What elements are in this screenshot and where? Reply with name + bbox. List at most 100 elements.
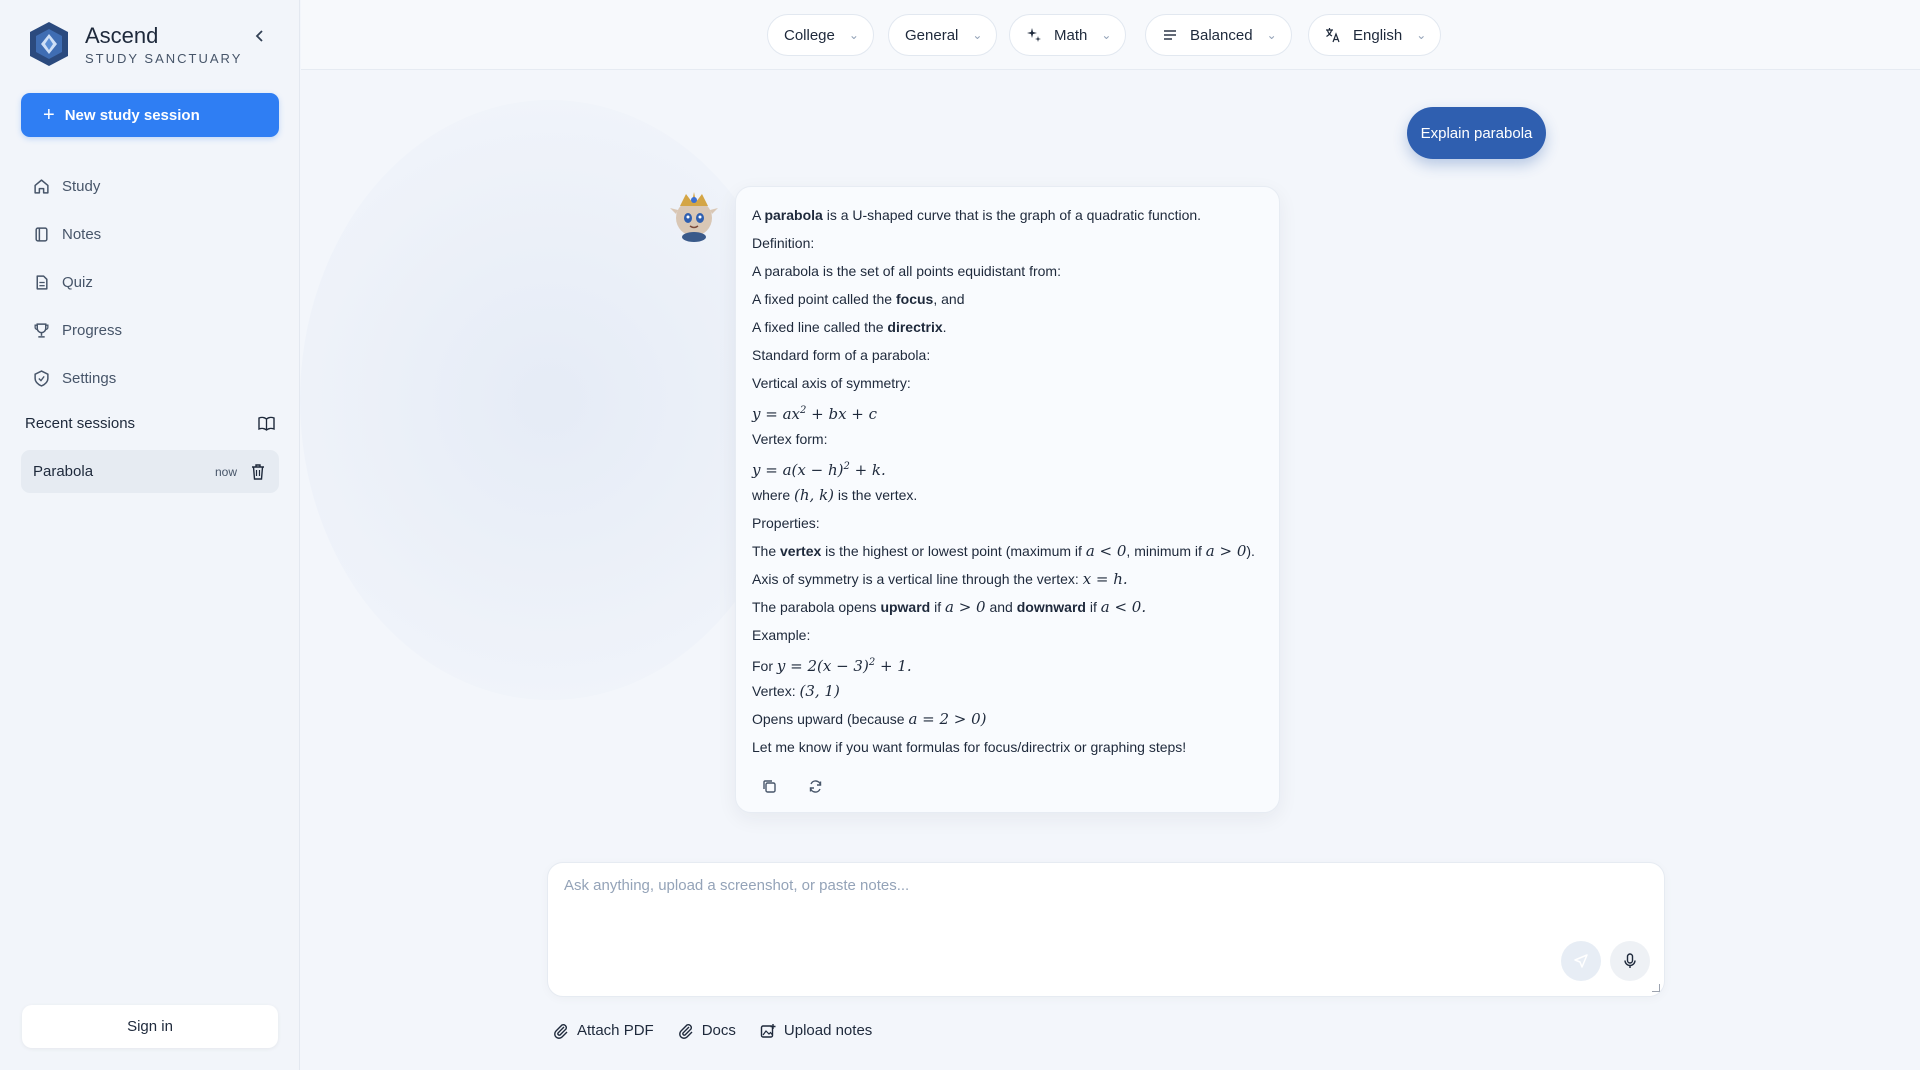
trophy-icon bbox=[34, 322, 49, 338]
translate-icon bbox=[1326, 28, 1340, 43]
sidebar-nav: Study Notes Quiz Progress Settings bbox=[21, 162, 279, 402]
trash-icon[interactable] bbox=[251, 463, 265, 480]
chevron-down-icon: ⌄ bbox=[848, 28, 859, 42]
logo-icon bbox=[30, 22, 68, 66]
answer-line: Properties: bbox=[752, 515, 820, 531]
answer-line: The parabola opens upward if a > 0 and d… bbox=[752, 598, 1147, 616]
recent-session-item[interactable]: Parabola now bbox=[21, 450, 279, 493]
answer-actions bbox=[758, 775, 826, 797]
sidebar-item-notes[interactable]: Notes bbox=[21, 210, 279, 258]
docs-label: Docs bbox=[701, 1022, 736, 1039]
style-value: Balanced bbox=[1190, 26, 1253, 44]
recent-sessions-title: Recent sessions bbox=[25, 415, 136, 432]
answer-line: Let me know if you want formulas for foc… bbox=[752, 739, 1187, 755]
answer-line: Opens upward (because a = 2 > 0) bbox=[752, 710, 987, 728]
chevron-down-icon: ⌄ bbox=[972, 28, 983, 42]
docs-button[interactable]: Docs bbox=[678, 1022, 736, 1039]
answer-line: y = a(x − h)2 + k. bbox=[752, 461, 886, 479]
sidebar: Ascend STUDY SANCTUARY + New study sessi… bbox=[0, 0, 300, 1070]
level-select[interactable]: College ⌄ bbox=[767, 14, 874, 56]
answer-line: Example: bbox=[752, 627, 811, 643]
collapse-sidebar-button[interactable] bbox=[250, 26, 270, 46]
mode-select[interactable]: General ⌄ bbox=[888, 14, 998, 56]
notebook-icon bbox=[35, 226, 48, 242]
background-glow bbox=[300, 100, 800, 700]
new-session-label: New study session bbox=[64, 106, 200, 124]
sidebar-item-label: Quiz bbox=[62, 273, 93, 291]
user-message: Explain parabola bbox=[1407, 107, 1546, 159]
mode-value: General bbox=[905, 26, 959, 44]
home-icon bbox=[34, 178, 49, 194]
answer-line: Standard form of a parabola: bbox=[752, 347, 931, 363]
answer-line: For y = 2(x − 3)2 + 1. bbox=[752, 657, 912, 675]
brand-name: Ascend bbox=[85, 22, 159, 48]
microphone-button[interactable] bbox=[1610, 941, 1650, 981]
chevron-down-icon: ⌄ bbox=[1101, 28, 1112, 42]
message-composer bbox=[547, 862, 1665, 997]
new-study-session-button[interactable]: + New study session bbox=[21, 93, 279, 137]
answer-line: A fixed point called the focus, and bbox=[752, 291, 965, 307]
sidebar-item-label: Settings bbox=[62, 369, 117, 387]
style-select[interactable]: Balanced ⌄ bbox=[1145, 14, 1292, 56]
lines-icon bbox=[1164, 30, 1176, 40]
assistant-answer-card: A parabola is a U-shaped curve that is t… bbox=[735, 186, 1280, 813]
sign-in-button[interactable]: Sign in bbox=[22, 1005, 278, 1048]
subject-select[interactable]: Math ⌄ bbox=[1009, 14, 1127, 56]
sidebar-item-study[interactable]: Study bbox=[21, 162, 279, 210]
answer-line: The vertex is the highest or lowest poin… bbox=[752, 542, 1255, 560]
open-book-icon[interactable] bbox=[258, 416, 275, 431]
level-value: College bbox=[784, 26, 835, 44]
send-icon bbox=[1574, 954, 1588, 968]
sidebar-item-label: Study bbox=[62, 177, 101, 195]
sidebar-item-progress[interactable]: Progress bbox=[21, 306, 279, 354]
resize-handle[interactable] bbox=[1652, 984, 1660, 992]
composer-tools: Attach PDF Docs Upload notes bbox=[553, 1022, 896, 1039]
language-value: English bbox=[1353, 26, 1403, 44]
answer-line: Vertical axis of symmetry: bbox=[752, 375, 911, 391]
answer-line: A fixed line called the directrix. bbox=[752, 319, 947, 335]
brand: Ascend STUDY SANCTUARY bbox=[27, 20, 242, 68]
chevron-down-icon: ⌄ bbox=[1416, 28, 1427, 42]
answer-line: Vertex: (3, 1) bbox=[752, 682, 840, 700]
answer-line: y = ax2 + bx + c bbox=[752, 405, 878, 423]
microphone-icon bbox=[1624, 953, 1636, 968]
answer-line: Vertex form: bbox=[752, 431, 828, 447]
attach-pdf-label: Attach PDF bbox=[577, 1022, 654, 1039]
paperclip-icon bbox=[678, 1023, 693, 1039]
answer-line: where (h, k) is the vertex. bbox=[752, 486, 918, 504]
sidebar-item-quiz[interactable]: Quiz bbox=[21, 258, 279, 306]
recent-sessions-header: Recent sessions bbox=[25, 415, 275, 432]
refresh-icon bbox=[809, 779, 821, 793]
brand-subtitle: STUDY SANCTUARY bbox=[85, 50, 243, 66]
recent-session-name: Parabola bbox=[33, 463, 94, 480]
send-button[interactable] bbox=[1561, 941, 1601, 981]
badge-icon bbox=[34, 369, 49, 387]
attach-pdf-button[interactable]: Attach PDF bbox=[553, 1022, 654, 1039]
language-select[interactable]: English ⌄ bbox=[1308, 14, 1442, 56]
copy-icon bbox=[762, 779, 776, 793]
sidebar-item-label: Notes bbox=[62, 225, 102, 243]
plus-icon: + bbox=[43, 104, 55, 126]
assistant-avatar bbox=[670, 192, 718, 242]
regenerate-button[interactable] bbox=[804, 775, 826, 797]
message-input[interactable] bbox=[564, 877, 1564, 937]
sparkle-icon bbox=[1027, 28, 1041, 42]
copy-button[interactable] bbox=[758, 775, 780, 797]
answer-body: A parabola is a U-shaped curve that is t… bbox=[752, 201, 1263, 761]
answer-line: A parabola is a U-shaped curve that is t… bbox=[752, 207, 1202, 223]
recent-session-time: now bbox=[214, 464, 237, 479]
subject-value: Math bbox=[1054, 26, 1088, 44]
answer-line: A parabola is the set of all points equi… bbox=[752, 263, 1061, 279]
answer-line: Axis of symmetry is a vertical line thro… bbox=[752, 570, 1128, 588]
chevron-left-icon bbox=[255, 30, 263, 42]
top-bar: College ⌄ General ⌄ Math ⌄ Balanced ⌄ En… bbox=[301, 0, 1920, 70]
sidebar-item-settings[interactable]: Settings bbox=[21, 354, 279, 402]
image-upload-icon bbox=[760, 1023, 776, 1038]
sidebar-item-label: Progress bbox=[62, 321, 123, 339]
answer-line: Definition: bbox=[752, 235, 815, 251]
upload-notes-label: Upload notes bbox=[783, 1022, 873, 1039]
document-icon bbox=[36, 274, 48, 290]
chevron-down-icon: ⌄ bbox=[1266, 28, 1277, 42]
paperclip-icon bbox=[554, 1023, 568, 1039]
upload-notes-button[interactable]: Upload notes bbox=[760, 1022, 872, 1039]
